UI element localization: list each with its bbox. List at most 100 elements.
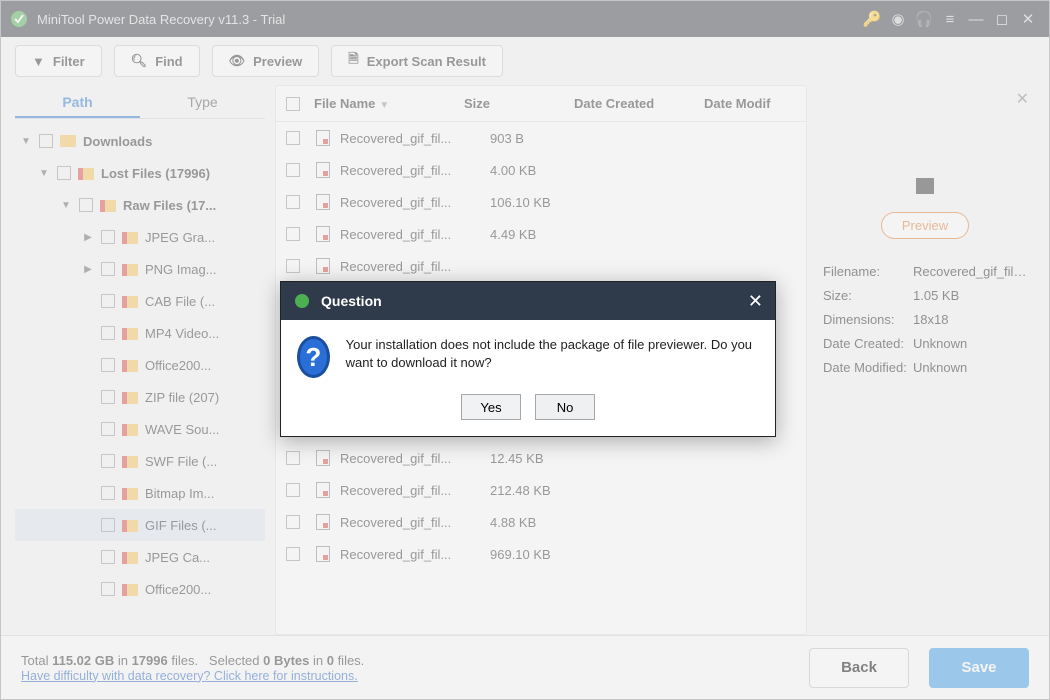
dialog-title: Question xyxy=(321,293,748,309)
row-checkbox[interactable] xyxy=(286,227,300,241)
expand-toggle-icon[interactable]: ▼ xyxy=(37,168,51,179)
tree-checkbox[interactable] xyxy=(39,134,53,148)
row-checkbox[interactable] xyxy=(286,483,300,497)
tree-item[interactable]: Office200... xyxy=(15,573,265,605)
tree-item[interactable]: ▼Downloads xyxy=(15,125,265,157)
file-row[interactable]: Recovered_gif_fil...12.45 KB xyxy=(276,442,806,474)
tree-item-label: Raw Files (17... xyxy=(123,198,216,213)
file-row[interactable]: Recovered_gif_fil...4.49 KB xyxy=(276,218,806,250)
row-checkbox[interactable] xyxy=(286,195,300,209)
question-mark-icon: ? xyxy=(297,336,330,378)
dialog-close-icon[interactable]: ✕ xyxy=(748,291,763,312)
tree-item[interactable]: GIF Files (... xyxy=(15,509,265,541)
row-checkbox[interactable] xyxy=(286,515,300,529)
file-icon xyxy=(314,129,332,147)
maximize-icon[interactable]: ◻ xyxy=(989,10,1015,28)
tab-path[interactable]: Path xyxy=(15,85,140,118)
minimize-icon[interactable]: — xyxy=(963,11,989,28)
tree-item[interactable]: WAVE Sou... xyxy=(15,413,265,445)
col-date-modified[interactable]: Date Modif xyxy=(704,96,784,111)
tree-item-label: CAB File (... xyxy=(145,294,215,309)
file-row[interactable]: Recovered_gif_fil...903 B xyxy=(276,122,806,154)
export-button[interactable]: 🗎Export Scan Result xyxy=(331,45,503,77)
dialog-app-icon xyxy=(293,292,311,310)
file-row[interactable]: Recovered_gif_fil...212.48 KB xyxy=(276,474,806,506)
expand-toggle-icon[interactable]: ▶ xyxy=(81,264,95,275)
menu-icon[interactable]: ≡ xyxy=(937,11,963,28)
file-name: Recovered_gif_fil... xyxy=(340,195,490,210)
tree-item-label: WAVE Sou... xyxy=(145,422,219,437)
select-all-checkbox[interactable] xyxy=(286,97,300,111)
back-button[interactable]: Back xyxy=(809,648,909,688)
tree-item[interactable]: ▶PNG Imag... xyxy=(15,253,265,285)
row-checkbox[interactable] xyxy=(286,259,300,273)
file-row[interactable]: Recovered_gif_fil...4.00 KB xyxy=(276,154,806,186)
tree-item[interactable]: Bitmap Im... xyxy=(15,477,265,509)
tab-type[interactable]: Type xyxy=(140,85,265,118)
dialog-yes-button[interactable]: Yes xyxy=(461,394,521,420)
tree-checkbox[interactable] xyxy=(101,262,115,276)
col-size[interactable]: Size xyxy=(464,96,574,111)
preview-open-button[interactable]: Preview xyxy=(881,212,969,239)
tree-checkbox[interactable] xyxy=(101,358,115,372)
toolbar: ▼Filter 🔍︎Find 👁Preview 🗎Export Scan Res… xyxy=(1,37,1049,85)
tree-item[interactable]: ZIP file (207) xyxy=(15,381,265,413)
folder-alert-icon xyxy=(121,420,139,438)
tree-checkbox[interactable] xyxy=(101,550,115,564)
tree-item[interactable]: CAB File (... xyxy=(15,285,265,317)
folder-alert-icon xyxy=(121,260,139,278)
tree-item[interactable]: SWF File (... xyxy=(15,445,265,477)
row-checkbox[interactable] xyxy=(286,547,300,561)
expand-toggle-icon[interactable]: ▶ xyxy=(81,232,95,243)
file-row[interactable]: Recovered_gif_fil...969.10 KB xyxy=(276,538,806,570)
folder-alert-icon xyxy=(121,452,139,470)
tree-item[interactable]: MP4 Video... xyxy=(15,317,265,349)
tree-checkbox[interactable] xyxy=(101,230,115,244)
folder-tree[interactable]: ▼Downloads▼Lost Files (17996)▼Raw Files … xyxy=(15,119,265,635)
expand-toggle-icon[interactable]: ▼ xyxy=(19,136,33,147)
tree-checkbox[interactable] xyxy=(101,422,115,436)
tree-item[interactable]: ▼ Raw Files (17... xyxy=(15,189,265,221)
tree-checkbox[interactable] xyxy=(57,166,71,180)
filter-button[interactable]: ▼Filter xyxy=(15,45,102,77)
tree-item[interactable]: ▶JPEG Gra... xyxy=(15,221,265,253)
upgrade-key-icon[interactable]: 🔑 xyxy=(859,10,885,28)
dialog-titlebar: Question ✕ xyxy=(281,282,775,320)
file-row[interactable]: Recovered_gif_fil... xyxy=(276,250,806,282)
search-icon: 🔍︎ xyxy=(131,53,148,69)
tree-checkbox[interactable] xyxy=(101,294,115,308)
file-icon xyxy=(314,481,332,499)
file-row[interactable]: Recovered_gif_fil...106.10 KB xyxy=(276,186,806,218)
tree-item[interactable]: Office200... xyxy=(15,349,265,381)
col-date-created[interactable]: Date Created xyxy=(574,96,704,111)
row-checkbox[interactable] xyxy=(286,163,300,177)
row-checkbox[interactable] xyxy=(286,451,300,465)
tree-checkbox[interactable] xyxy=(101,486,115,500)
file-size: 4.88 KB xyxy=(490,515,600,530)
support-headset-icon[interactable]: 🎧 xyxy=(911,10,937,28)
tree-checkbox[interactable] xyxy=(101,326,115,340)
tree-checkbox[interactable] xyxy=(101,390,115,404)
tree-checkbox[interactable] xyxy=(101,518,115,532)
preview-close-icon[interactable]: ✕ xyxy=(1016,89,1029,109)
tree-item[interactable]: JPEG Ca... xyxy=(15,541,265,573)
tree-checkbox[interactable] xyxy=(79,198,93,212)
globe-icon[interactable]: ◉ xyxy=(885,10,911,28)
expand-toggle-icon[interactable]: ▼ xyxy=(59,200,73,211)
tree-item-label: Bitmap Im... xyxy=(145,486,214,501)
close-icon[interactable]: ✕ xyxy=(1015,10,1041,28)
help-link[interactable]: Have difficulty with data recovery? Clic… xyxy=(21,669,358,683)
file-name: Recovered_gif_fil... xyxy=(340,547,490,562)
tree-item[interactable]: ▼Lost Files (17996) xyxy=(15,157,265,189)
file-row[interactable]: Recovered_gif_fil...4.88 KB xyxy=(276,506,806,538)
file-icon xyxy=(314,513,332,531)
save-button[interactable]: Save xyxy=(929,648,1029,688)
tree-checkbox[interactable] xyxy=(101,582,115,596)
find-button[interactable]: 🔍︎Find xyxy=(114,45,200,77)
dialog-no-button[interactable]: No xyxy=(535,394,595,420)
row-checkbox[interactable] xyxy=(286,131,300,145)
preview-button[interactable]: 👁Preview xyxy=(212,45,320,77)
folder-alert-icon xyxy=(121,484,139,502)
col-filename[interactable]: File Name▼ xyxy=(314,96,464,111)
tree-checkbox[interactable] xyxy=(101,454,115,468)
